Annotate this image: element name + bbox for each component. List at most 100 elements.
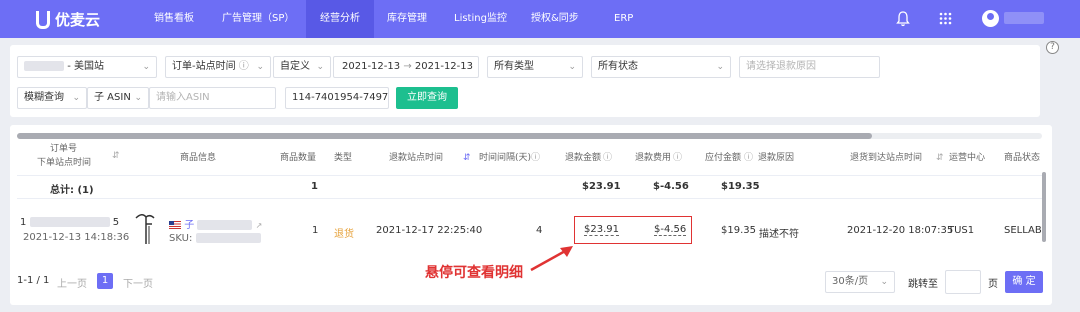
header-refund-amount: 退款金额 xyxy=(565,153,602,163)
chevron-down-icon: ⌄ xyxy=(256,62,264,72)
asin-input[interactable]: 请输入ASIN xyxy=(149,87,276,109)
type-label: 所有类型 xyxy=(494,61,534,72)
table-row-return-time: 2021-12-20 18:07:35 xyxy=(847,225,954,236)
date-range-picker[interactable]: 2021-12-13 → 2021-12-13 xyxy=(333,56,479,78)
date-arrow: → xyxy=(403,61,412,72)
asin-placeholder: 请输入ASIN xyxy=(156,92,210,103)
sku-label: SKU: xyxy=(169,233,193,244)
range-mode-select[interactable]: 自定义 ⌄ xyxy=(273,56,331,78)
brand-logo[interactable]: 优麦云 xyxy=(36,9,100,30)
hover-annotation: 悬停可查看明细 xyxy=(425,265,523,281)
pager-summary: 1-1 / 1 xyxy=(17,275,50,286)
date-start: 2021-12-13 xyxy=(342,61,401,72)
nav-inventory[interactable]: 库存管理 xyxy=(373,0,441,38)
asin-type-select[interactable]: 子 ASIN ⌄ xyxy=(87,87,149,109)
product-sku: SKU: xyxy=(169,233,261,244)
date-end: 2021-12-13 xyxy=(414,61,474,72)
highlight-box xyxy=(574,216,692,244)
chevron-down-icon: ⌄ xyxy=(72,93,80,103)
page-size-select[interactable]: 30条/页 ⌄ xyxy=(825,271,895,293)
range-mode-label: 自定义 xyxy=(280,61,310,72)
jump-label: 跳转至 xyxy=(908,279,938,290)
chevron-down-icon: ⌄ xyxy=(142,62,150,72)
nav-sales-board[interactable]: 销售看板 xyxy=(140,0,208,38)
chevron-down-icon: ⌄ xyxy=(568,62,576,72)
order-number-value: 114-7401954-74970 xyxy=(292,92,389,103)
header-center: 运营中心 xyxy=(949,153,986,163)
product-name: 子 xyxy=(184,220,195,231)
product-thumbnail[interactable] xyxy=(132,212,158,246)
header-refund-fee: 退款费用 xyxy=(635,153,672,163)
table-row-order-time: 2021-12-13 14:18:36 xyxy=(23,232,130,243)
current-page-button[interactable]: 1 xyxy=(97,273,113,289)
status-select[interactable]: 所有状态 ⌄ xyxy=(591,56,731,78)
info-icon: ⓘ xyxy=(531,153,541,163)
product-name-blurred xyxy=(197,220,253,230)
table-row-type: 退货 xyxy=(334,229,354,240)
header-qty: 商品数量 xyxy=(280,153,317,163)
order-number-input[interactable]: 114-7401954-74970 xyxy=(285,87,389,109)
next-page-button[interactable]: 下一页 xyxy=(123,275,153,290)
prev-page-button[interactable]: 上一页 xyxy=(57,275,87,290)
chevron-down-icon: ⌄ xyxy=(716,62,724,72)
order-no-blurred xyxy=(29,217,110,227)
header-type: 类型 xyxy=(334,153,353,163)
store-select[interactable]: - 美国站 ⌄ xyxy=(17,56,157,78)
vertical-scrollbar[interactable] xyxy=(1042,172,1046,242)
user-name-blurred[interactable] xyxy=(1004,12,1044,24)
header-status: 商品状态 xyxy=(1004,153,1041,163)
table-row-center: TUS1 xyxy=(948,225,975,236)
total-refund-amount: $23.91 xyxy=(582,181,621,192)
nav-ad-management[interactable]: 广告管理（SP） xyxy=(208,0,308,38)
table-row-interval: 4 xyxy=(536,225,543,236)
nav-listing-monitor[interactable]: Listing监控 xyxy=(440,0,521,38)
table-row-refund-time: 2021-12-17 22:25:40 xyxy=(376,225,483,236)
total-payable: $19.35 xyxy=(721,181,760,192)
info-icon: ⓘ xyxy=(744,153,754,163)
type-select[interactable]: 所有类型 ⌄ xyxy=(487,56,583,78)
page-unit-label: 页 xyxy=(988,279,998,290)
confirm-jump-button[interactable]: 确 定 xyxy=(1005,271,1043,293)
page-size-label: 30条/页 xyxy=(832,276,869,287)
brand-name: 优麦云 xyxy=(55,11,101,29)
sort-icon[interactable]: ⇵ xyxy=(936,152,944,164)
nav-business-analysis[interactable]: 经营分析 xyxy=(306,0,374,38)
total-label: 总计: (1) xyxy=(50,185,94,196)
sort-active-icon[interactable]: ⇵ xyxy=(463,152,471,164)
refund-reason-select[interactable]: 请选择退款原因 xyxy=(739,56,880,78)
asin-type-label: 子 ASIN xyxy=(94,92,131,103)
header-refund-time: 退款站点时间 xyxy=(389,153,444,163)
header-interval: 时间间隔(天) xyxy=(479,153,532,163)
jump-page-input[interactable] xyxy=(945,270,981,294)
user-avatar[interactable] xyxy=(982,10,999,27)
nav-erp[interactable]: ERP xyxy=(600,0,647,38)
apps-grid-icon[interactable] xyxy=(939,12,952,25)
external-link-icon[interactable]: ↗ xyxy=(256,221,263,230)
annotation-arrow-icon xyxy=(530,246,573,272)
header-payable: 应付金额 xyxy=(705,153,742,163)
query-button[interactable]: 立即查询 xyxy=(396,87,458,109)
nav-auth-sync[interactable]: 授权&同步 xyxy=(517,0,593,38)
sort-icon[interactable]: ⇵ xyxy=(112,150,120,162)
scrollbar-thumb[interactable] xyxy=(17,133,872,139)
table-row-order-no[interactable]: 1 5 xyxy=(20,217,119,228)
store-suffix: - 美国站 xyxy=(67,61,104,72)
table-row-status: SELLABLE xyxy=(1004,225,1042,236)
table-row-reason: 描述不符 xyxy=(759,229,799,240)
info-icon: ⓘ xyxy=(673,153,683,163)
order-no-prefix: 1 xyxy=(20,217,27,228)
top-nav: 优麦云 销售看板 广告管理（SP） 经营分析 库存管理 Listing监控 授权… xyxy=(0,0,1080,38)
horizontal-scrollbar[interactable] xyxy=(17,133,1042,139)
match-mode-select[interactable]: 模糊查询 ⌄ xyxy=(17,87,87,109)
help-icon[interactable]: ? xyxy=(1046,41,1059,54)
header-order-no: 订单号 xyxy=(50,144,78,154)
time-type-select[interactable]: 订单-站点时间 ⓘ ⌄ xyxy=(165,56,271,78)
time-type-label: 订单-站点时间 xyxy=(172,61,236,72)
product-title[interactable]: 子 ↗ xyxy=(169,216,262,231)
header-reason: 退款原因 xyxy=(758,153,795,163)
order-no-suffix: 5 xyxy=(112,217,120,228)
total-qty: 1 xyxy=(311,181,318,192)
table-row-qty: 1 xyxy=(312,225,319,236)
bell-icon[interactable] xyxy=(896,11,910,27)
header-order-time: 下单站点时间 xyxy=(37,158,92,168)
